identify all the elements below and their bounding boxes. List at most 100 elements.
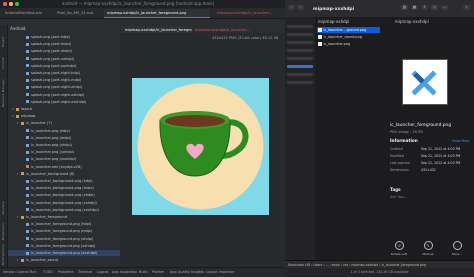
tree-item[interactable]: splash.png (port-xxhdpi) xyxy=(8,56,120,62)
info-label: Dimensions xyxy=(390,168,409,172)
stripe-project[interactable]: Project xyxy=(1,37,5,47)
tree-item[interactable]: ic_launcher_foreground.png (xhdpi) xyxy=(8,236,120,242)
image-icon xyxy=(26,222,29,226)
tree-item[interactable]: ic_launcher_foreground.png (mdpi) xyxy=(8,228,120,234)
tab-foreground-png[interactable]: mipmap-xxhdpi/ic_launcher_foreground.png xyxy=(104,9,210,18)
tree-item[interactable]: splash.png (port-night-mdpi) xyxy=(8,77,120,83)
tree-item[interactable]: ic_launcher_foreground.png (hdpi) xyxy=(8,221,120,227)
folder-row[interactable] xyxy=(287,33,313,36)
minimize-icon[interactable] xyxy=(9,2,13,6)
ide-window: android — mipmap-xxxhdpi/ic_launcher_for… xyxy=(0,0,285,277)
stripe-structure[interactable]: Structure xyxy=(1,201,5,215)
tree-item[interactable]: ic_launcher_background.png (mdpi) xyxy=(8,185,120,191)
tree-item[interactable]: ▾ ic_launcher (7) xyxy=(8,120,120,126)
back-icon[interactable]: ‹ xyxy=(288,5,295,10)
info-value: 432×432 xyxy=(421,168,436,172)
tag-icon[interactable]: ◇ xyxy=(431,5,438,10)
tree-item[interactable]: ▾ ic_launcher_background (6) xyxy=(8,171,120,177)
tree-item[interactable]: ic_launcher_foreground.png (xxxhdpi) xyxy=(8,250,120,257)
more-icon[interactable]: … xyxy=(441,5,448,10)
tab-launcher[interactable]: mipmap-xxxhdpi/ic_launcher... xyxy=(214,9,282,17)
stripe-resource-manager[interactable]: Resource Manager xyxy=(1,79,5,107)
zoom-icon[interactable] xyxy=(15,2,19,6)
bottom-tab-app-inspection[interactable]: App Inspection xyxy=(112,270,137,274)
stripe-commit[interactable]: Commit xyxy=(1,57,5,69)
file-row-launcher[interactable]: ic_launcher.png xyxy=(317,41,380,47)
file-name: ic_launcher....ground.png xyxy=(323,28,367,32)
coffee-cup-image xyxy=(137,83,264,210)
stripe-build-variants[interactable]: Build Variants xyxy=(1,244,5,265)
rotate-left-button[interactable]: ↺ Rotate Left xyxy=(388,241,410,256)
preview-pane-title: mipmap-xxxhdpi xyxy=(395,19,429,24)
tree-item[interactable]: splash.png (port-night-xxxhdpi) xyxy=(8,99,120,105)
add-tags-field[interactable]: Add Tags... xyxy=(390,195,407,199)
tree-item[interactable]: ic_launcher_background.png (xxhdpi) xyxy=(8,200,120,206)
tree-item[interactable]: ic_launcher.png (xxhdpi) xyxy=(8,149,120,155)
image-icon xyxy=(26,157,29,161)
folder-row[interactable] xyxy=(287,73,313,76)
tree-item[interactable]: splash.png (port-xhdpi) xyxy=(8,48,120,54)
folder-row[interactable] xyxy=(287,49,313,52)
tree-item[interactable]: ic_launcher.png (mdpi) xyxy=(8,135,120,141)
show-more-link[interactable]: Show More xyxy=(452,139,470,143)
close-icon[interactable] xyxy=(3,2,7,6)
group-icon[interactable]: ▦ xyxy=(411,5,418,10)
tab-avd[interactable]: Pixel_4a_API_33.avd xyxy=(54,9,96,17)
folder-row-selected[interactable] xyxy=(287,65,313,68)
bottom-tab-layout-inspector[interactable]: Layout Inspector xyxy=(206,270,234,274)
file-name: ic_launcher_round.png xyxy=(323,35,362,39)
tree-item[interactable]: splash.png (port-xxxhdpi) xyxy=(8,63,120,69)
tree-item[interactable]: splash.png (port-night-xhdpi) xyxy=(8,84,120,90)
tree-item[interactable]: ic_launcher.png (xxxhdpi) xyxy=(8,156,120,162)
bottom-tab-terminal[interactable]: Terminal xyxy=(78,270,92,274)
tree-item-label: splash.png (port-mdpi) xyxy=(31,42,72,47)
file-row-foreground[interactable]: ic_launcher....ground.png xyxy=(317,27,380,33)
bottom-tab-todo[interactable]: TODO xyxy=(43,270,53,274)
tree-item[interactable]: ic_launcher.png (hdpi) xyxy=(8,128,120,134)
bottom-tab-version-control[interactable]: Version Control xyxy=(3,270,29,274)
bottom-tab-build[interactable]: Build xyxy=(139,270,148,274)
bottom-tab-app-quality-insights[interactable]: App Quality Insights xyxy=(170,270,204,274)
project-view-selector[interactable]: Android xyxy=(10,25,25,33)
tree-item[interactable]: ▾ layout xyxy=(8,106,120,112)
tree-item[interactable]: ▾ ic_launcher_round xyxy=(8,257,120,263)
tree-item[interactable]: ic_launcher.png (xhdpi) xyxy=(8,142,120,148)
tree-item[interactable]: splash.png (port-night-xxhdpi) xyxy=(8,92,120,98)
folder-row[interactable] xyxy=(287,57,313,60)
bottom-tab-logcat[interactable]: Logcat xyxy=(97,270,108,274)
folder-row[interactable] xyxy=(287,41,313,44)
image-icon xyxy=(26,193,29,197)
stripe-bookmarks[interactable]: Bookmarks xyxy=(1,223,5,240)
tree-item[interactable]: ▾ ic_launcher_foreground xyxy=(8,214,120,220)
info-dimensions: Dimensions 432×432 xyxy=(390,168,470,174)
tree-item[interactable]: ic_launcher_background.png (xhdpi) xyxy=(8,192,120,198)
image-icon xyxy=(26,143,29,147)
bottom-tab-problems[interactable]: Problems xyxy=(58,270,74,274)
tree-item-label: splash.png (port-night-mdpi) xyxy=(31,78,82,83)
image-icon xyxy=(26,71,29,75)
tree-item[interactable]: ic_launcher.xml (anydpi-v26) xyxy=(8,164,120,170)
tree-item[interactable]: ic_launcher_background.png (xxxhdpi) xyxy=(8,207,120,213)
view-columns-icon[interactable]: ▥ xyxy=(401,5,408,10)
tree-item[interactable]: ic_launcher_background.png (hdpi) xyxy=(8,178,120,184)
tab-manifest[interactable]: AndroidManifest.xml xyxy=(2,9,45,17)
tree-item-label: ic_launcher.png (hdpi) xyxy=(31,128,70,133)
file-row-round[interactable]: ic_launcher_round.png xyxy=(317,34,380,40)
tree-item-label: ic_launcher (7) xyxy=(26,121,53,126)
more-button[interactable]: … More... xyxy=(446,241,468,256)
bottom-tab-profiler[interactable]: Profiler xyxy=(152,270,164,274)
tree-item[interactable]: ic_launcher_foreground.png (xxhdpi) xyxy=(8,243,120,249)
share-icon[interactable]: ⇧ xyxy=(421,5,428,10)
folder-row[interactable] xyxy=(287,25,313,28)
info-label: Created xyxy=(390,147,403,151)
folder-row[interactable] xyxy=(287,81,313,84)
markup-button[interactable]: ✎ Markup xyxy=(417,241,439,256)
tree-item[interactable]: splash.png (port-mdpi) xyxy=(8,41,120,47)
tree-item[interactable]: splash.png (port-night-hdpi) xyxy=(8,70,120,76)
rotate-left-icon: ↺ xyxy=(394,241,404,250)
bottom-tab-run[interactable]: Run xyxy=(30,270,37,274)
tree-item[interactable]: ▾ mipmap xyxy=(8,113,120,119)
search-icon[interactable]: ⌕ xyxy=(463,5,470,10)
forward-icon[interactable]: › xyxy=(297,5,304,10)
tree-item[interactable]: splash.png (port-hdpi) xyxy=(8,34,120,40)
